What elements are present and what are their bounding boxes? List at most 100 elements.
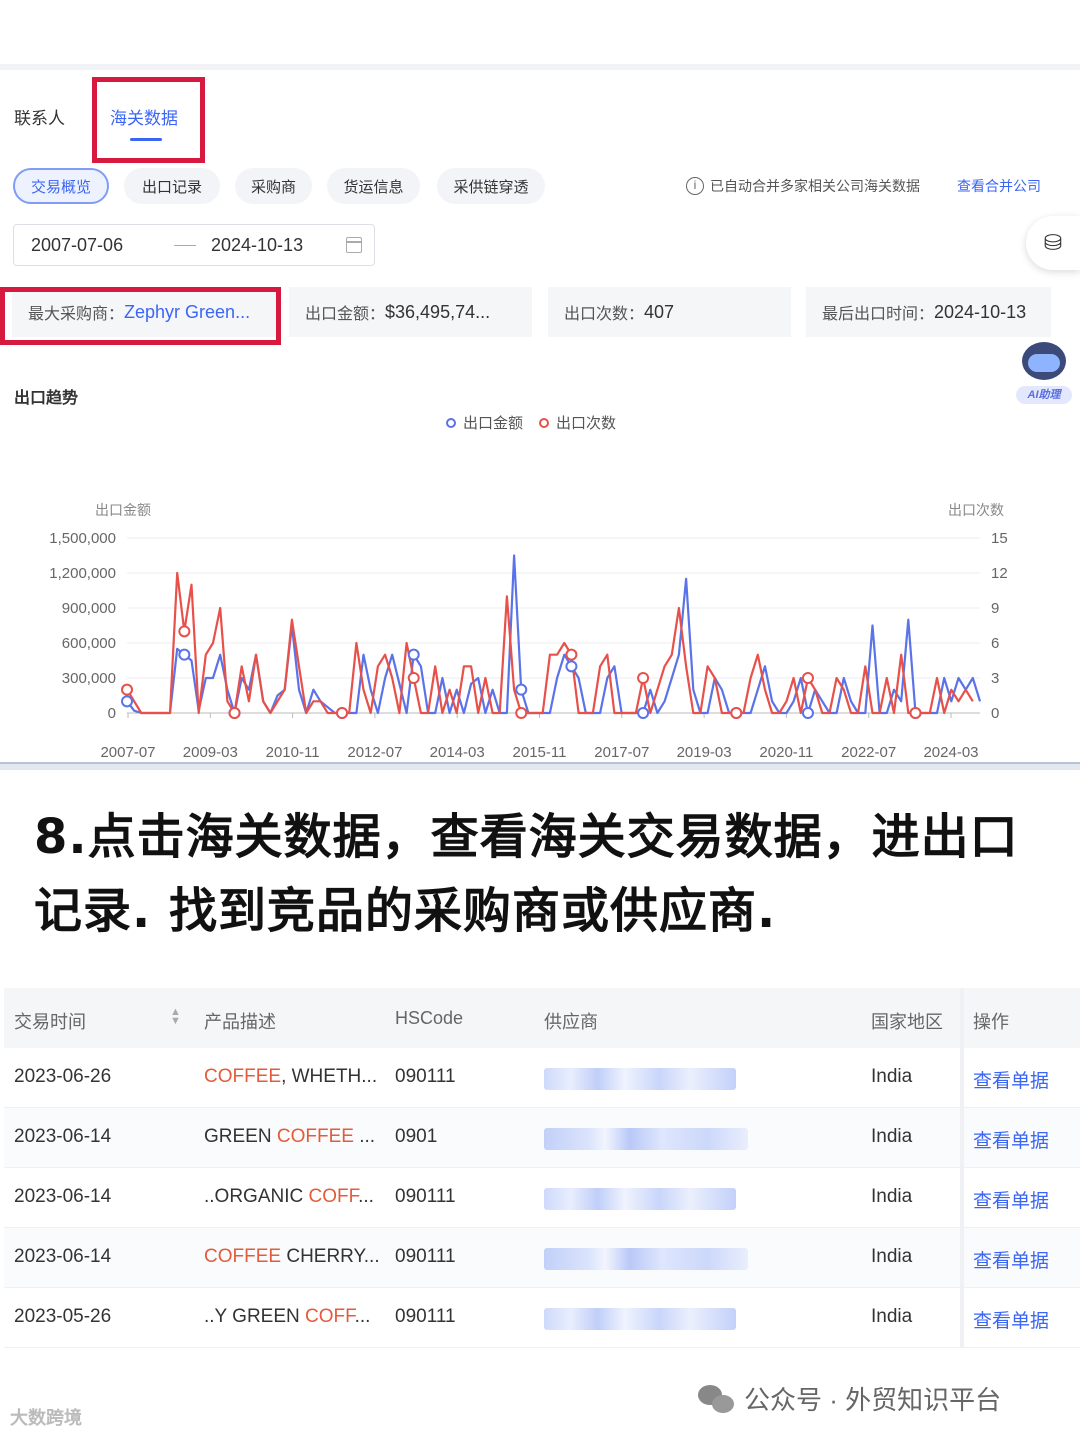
cell-country: India (871, 1186, 913, 1207)
x-tick-label: 2019-03 (677, 744, 732, 761)
stat-count-label: 出口次数： (564, 306, 645, 323)
desc-keyword: COFFEE (204, 1246, 282, 1267)
desc-keyword: COFF (305, 1306, 355, 1327)
subtab-supply-chain[interactable]: 采供链穿透 (437, 168, 545, 204)
stat-amount-label: 出口金额： (305, 306, 386, 323)
cell-date: 2023-06-14 (14, 1246, 112, 1267)
point-amount (565, 660, 578, 673)
desc-rest: CHERRY... (281, 1246, 380, 1267)
stat-last-value: 2024-10-13 (934, 301, 1027, 322)
cell-country: India (871, 1306, 913, 1327)
cell-supplier-blurred (544, 1128, 748, 1156)
header-hscode: HSCode (395, 1008, 464, 1028)
desc-prefix: ..ORGANIC (204, 1186, 309, 1207)
x-tick-label: 2010-11 (266, 744, 320, 761)
date-end[interactable]: 2024-10-13 (211, 235, 303, 256)
date-range-picker[interactable]: 2007-07-06 2024-10-13 (13, 224, 375, 266)
sort-icon[interactable]: ▲ ▼ (170, 1007, 181, 1027)
stat-last-export: 最后出口时间： 2024-10-13 (806, 287, 1051, 337)
instruction-caption: 8.点击海关数据，查看海关交易数据，进出口 记录. 找到竞品的采购商或供应商. (34, 800, 1074, 948)
header-date[interactable]: 交易时间 (14, 1008, 86, 1034)
y-tick-right: 3 (991, 670, 999, 687)
cell-hscode: 090111 (395, 1246, 456, 1267)
blurred-supplier-name (544, 1068, 736, 1090)
cell-description: ..ORGANIC COFF... (204, 1186, 374, 1208)
subtab-buyers[interactable]: 采购商 (235, 168, 312, 204)
tab-contacts[interactable]: 联系人 (14, 104, 65, 129)
desc-rest: ... (354, 1306, 371, 1327)
y-tick-left: 300,000 (62, 670, 116, 687)
blurred-supplier-name (544, 1308, 736, 1330)
y-axis-right-title: 出口次数 (948, 502, 1004, 518)
stat-count-value: 407 (644, 301, 675, 322)
view-merged-companies-link[interactable]: 查看合并公司 (957, 176, 1041, 196)
merge-notice-text: 已自动合并多家相关公司海关数据 (710, 178, 920, 194)
legend-marker (446, 418, 456, 428)
desc-keyword: COFFEE (204, 1066, 282, 1087)
cell-description: GREEN COFFEE ... (204, 1126, 375, 1148)
watermark-logo: 大数跨境 (10, 1408, 82, 1428)
subtab-overview[interactable]: 交易概览 (13, 168, 109, 204)
wechat-icon (698, 1383, 736, 1415)
wechat-account-name: 公众号 · 外贸知识平台 (744, 1385, 1002, 1415)
cell-country: India (871, 1066, 913, 1087)
desc-prefix: GREEN (204, 1126, 277, 1147)
table-row: 2023-06-14 ..ORGANIC COFF... 090111 India 查看… (4, 1168, 1080, 1228)
desc-rest: , WHETH... (281, 1066, 378, 1087)
desc-prefix: ..Y GREEN (204, 1306, 306, 1327)
top-blank (0, 0, 1080, 64)
cell-date: 2023-06-14 (14, 1186, 112, 1207)
blurred-supplier-name (544, 1188, 736, 1210)
cell-description: COFFEE CHERRY... (204, 1246, 380, 1268)
caption-line-1: 8.点击海关数据，查看海关交易数据，进出口 (34, 809, 1019, 865)
table-header: 交易时间 ▲ ▼ 产品描述 HSCode 供应商 国家地区 操作 (4, 988, 1080, 1048)
y-tick-left: 1,200,000 (49, 565, 116, 582)
info-icon: i (686, 177, 704, 195)
y-axis-left-title: 出口金额 (95, 502, 151, 518)
cell-supplier-blurred (544, 1308, 736, 1336)
subtab-shipping[interactable]: 货运信息 (327, 168, 420, 204)
date-separator (174, 245, 196, 246)
database-switch-icon[interactable]: ⛁ (1026, 216, 1080, 270)
export-trend-chart: 出口金额 出口次数出口金额 出口次数0 0300,000 3600,000 6900,00… (49, 415, 1007, 761)
x-tick-label: 2014-03 (430, 744, 485, 761)
cell-hscode: 090111 (395, 1066, 456, 1087)
x-tick-label: 2007-07 (100, 744, 155, 761)
cell-supplier-blurred (544, 1248, 748, 1276)
desc-keyword: COFF (308, 1186, 359, 1207)
cell-hscode: 090111 (395, 1306, 456, 1327)
cell-supplier-blurred (544, 1188, 736, 1216)
panel-bottom-border (0, 762, 1080, 770)
cell-country: India (871, 1246, 913, 1267)
cell-date: 2023-05-26 (14, 1306, 112, 1327)
x-tick-label: 2015-11 (513, 744, 567, 761)
point-count (515, 707, 528, 719)
desc-keyword: COFFEE (276, 1126, 354, 1147)
cell-hscode: 090111 (395, 1186, 456, 1207)
point-amount (801, 707, 814, 719)
y-tick-left: 0 (108, 705, 116, 722)
cell-date: 2023-06-26 (14, 1066, 112, 1087)
y-tick-right: 0 (991, 705, 999, 722)
point-count (407, 672, 420, 684)
x-tick-label: 2009-03 (183, 744, 238, 761)
point-count (228, 707, 241, 719)
ai-assistant-button[interactable]: AI助理 (1016, 340, 1072, 406)
x-tick-label: 2017-07 (594, 744, 649, 761)
header-description: 产品描述 (204, 1012, 276, 1032)
stat-export-count: 出口次数： 407 (548, 287, 791, 337)
point-count (801, 672, 814, 684)
blurred-supplier-name (544, 1248, 748, 1270)
header-country: 国家地区 (871, 1012, 943, 1032)
point-amount (515, 683, 528, 696)
x-tick-label: 2024-03 (923, 744, 978, 761)
subtab-export-records[interactable]: 出口记录 (124, 168, 220, 204)
y-tick-left: 1,500,000 (49, 530, 116, 547)
x-tick-label: 2012-07 (347, 744, 402, 761)
table-row: 2023-06-14 COFFEE CHERRY... 090111 India 查看单… (4, 1228, 1080, 1288)
x-tick-label: 2022-07 (841, 744, 896, 761)
export-records-table: 交易时间 ▲ ▼ 产品描述 HSCode 供应商 国家地区 操作 2023-06-… (4, 988, 1080, 1348)
date-start[interactable]: 2007-07-06 (31, 235, 123, 256)
legend-label: 出口次数 (556, 415, 616, 432)
calendar-icon[interactable] (346, 237, 362, 253)
